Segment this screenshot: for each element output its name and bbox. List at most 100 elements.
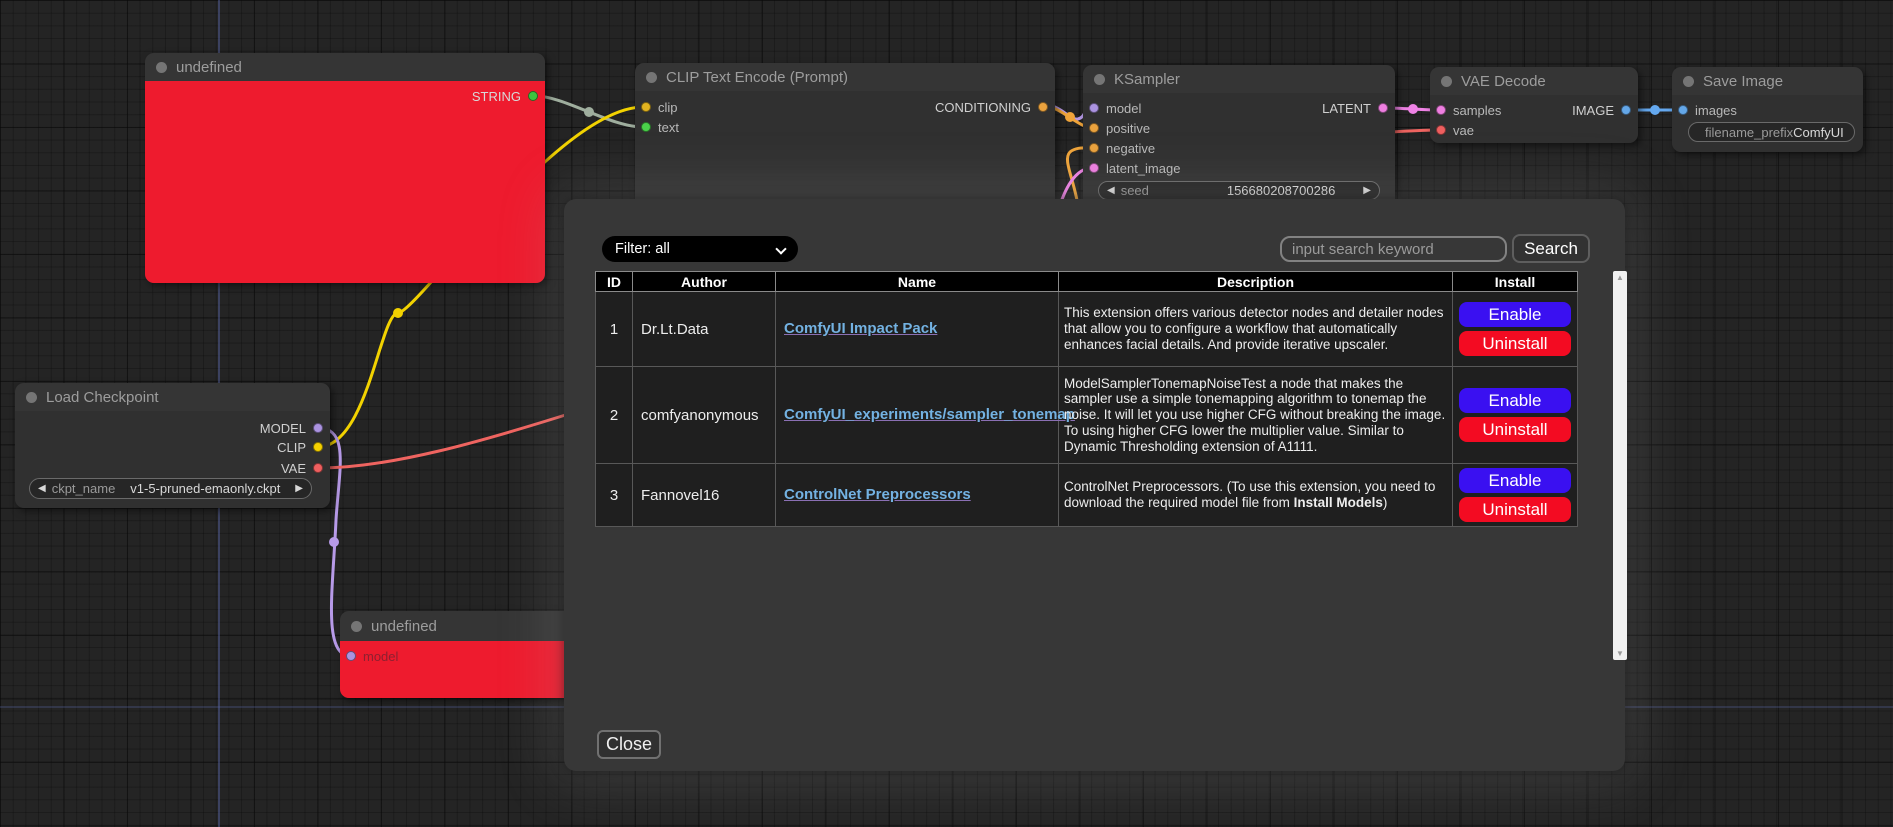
node-save-image[interactable]: Save Image images filename_prefix ComfyU… bbox=[1672, 67, 1863, 152]
enable-button[interactable]: Enable bbox=[1459, 468, 1571, 493]
port-dot-conditioning[interactable] bbox=[1038, 102, 1048, 112]
output-port-model[interactable]: MODEL bbox=[260, 420, 323, 436]
enable-button[interactable]: Enable bbox=[1459, 302, 1571, 327]
cell-description: ModelSamplerTonemapNoiseTest a node that… bbox=[1059, 367, 1453, 464]
port-dot-images[interactable] bbox=[1678, 105, 1688, 115]
input-port-samples[interactable]: samples bbox=[1436, 102, 1501, 118]
node-title: VAE Decode bbox=[1461, 73, 1546, 90]
port-dot-model[interactable] bbox=[1089, 103, 1099, 113]
input-port-latent-image[interactable]: latent_image bbox=[1089, 160, 1180, 176]
cell-id: 3 bbox=[596, 464, 633, 527]
extension-link[interactable]: ControlNet Preprocessors bbox=[784, 486, 971, 503]
header-author: Author bbox=[633, 272, 776, 292]
scroll-up-icon[interactable]: ▲ bbox=[1616, 273, 1624, 282]
port-dot-samples[interactable] bbox=[1436, 105, 1446, 115]
decrement-arrow-icon[interactable]: ◀ bbox=[1107, 185, 1115, 196]
table-row: 1 Dr.Lt.Data ComfyUI Impact Pack This ex… bbox=[596, 292, 1578, 367]
uninstall-button[interactable]: Uninstall bbox=[1459, 331, 1571, 356]
extension-table: ID Author Name Description Install 1 Dr.… bbox=[595, 271, 1578, 527]
seed-widget[interactable]: ◀ seed 156680208700286 ▶ bbox=[1098, 181, 1380, 200]
link-dot-image bbox=[1650, 105, 1660, 115]
cell-author: Fannovel16 bbox=[633, 464, 776, 527]
link-vae-left bbox=[318, 412, 575, 468]
node-status-dot-icon bbox=[26, 392, 37, 403]
port-dot-negative[interactable] bbox=[1089, 143, 1099, 153]
extension-link[interactable]: ComfyUI Impact Pack bbox=[784, 320, 937, 337]
port-dot-text[interactable] bbox=[641, 122, 651, 132]
port-dot-latent-image[interactable] bbox=[1089, 163, 1099, 173]
link-dot-conditioning bbox=[1065, 112, 1075, 122]
scroll-down-icon[interactable]: ▼ bbox=[1616, 649, 1624, 658]
input-port-negative[interactable]: negative bbox=[1089, 140, 1155, 156]
link-dot-string bbox=[584, 107, 594, 117]
extension-link[interactable]: ComfyUI_experiments/sampler_tonemap bbox=[784, 406, 1075, 423]
cell-id: 2 bbox=[596, 367, 633, 464]
port-dot-string[interactable] bbox=[528, 91, 538, 101]
node-title-bar[interactable]: KSampler bbox=[1083, 65, 1395, 93]
close-button[interactable]: Close bbox=[597, 730, 661, 759]
increment-arrow-icon[interactable]: ▶ bbox=[295, 483, 303, 494]
link-dot-model bbox=[329, 537, 339, 547]
node-vae-decode[interactable]: VAE Decode samples vae IMAGE bbox=[1430, 67, 1638, 143]
extension-table-zone: ID Author Name Description Install 1 Dr.… bbox=[595, 271, 1596, 660]
table-row: 3 Fannovel16 ControlNet Preprocessors Co… bbox=[596, 464, 1578, 527]
output-port-latent[interactable]: LATENT bbox=[1322, 100, 1388, 116]
input-port-model[interactable]: model bbox=[1089, 100, 1141, 116]
output-port-vae[interactable]: VAE bbox=[281, 460, 323, 476]
input-port-text[interactable]: text bbox=[641, 119, 679, 135]
port-dot-clip[interactable] bbox=[641, 102, 651, 112]
enable-button[interactable]: Enable bbox=[1459, 388, 1571, 413]
input-port-vae[interactable]: vae bbox=[1436, 122, 1474, 138]
node-title-bar[interactable]: CLIP Text Encode (Prompt) bbox=[635, 63, 1055, 91]
port-dot-positive[interactable] bbox=[1089, 123, 1099, 133]
cell-id: 1 bbox=[596, 292, 633, 367]
cell-install: Enable Uninstall bbox=[1453, 367, 1578, 464]
node-title: Save Image bbox=[1703, 73, 1783, 90]
port-dot-clip-out[interactable] bbox=[313, 442, 323, 452]
node-title-bar[interactable]: Save Image bbox=[1672, 67, 1863, 95]
header-install: Install bbox=[1453, 272, 1578, 292]
input-port-images[interactable]: images bbox=[1678, 102, 1737, 118]
port-dot-vae-out[interactable] bbox=[313, 463, 323, 473]
input-port-positive[interactable]: positive bbox=[1089, 120, 1150, 136]
output-port-conditioning[interactable]: CONDITIONING bbox=[935, 99, 1048, 115]
node-status-dot-icon bbox=[156, 62, 167, 73]
decrement-arrow-icon[interactable]: ◀ bbox=[38, 483, 46, 494]
port-dot-vae[interactable] bbox=[1436, 125, 1446, 135]
cell-install: Enable Uninstall bbox=[1453, 292, 1578, 367]
increment-arrow-icon[interactable]: ▶ bbox=[1363, 185, 1371, 196]
cell-install: Enable Uninstall bbox=[1453, 464, 1578, 527]
node-title-bar[interactable]: Load Checkpoint bbox=[15, 383, 330, 411]
table-scrollbar[interactable]: ▲ ▼ bbox=[1613, 271, 1627, 660]
uninstall-button[interactable]: Uninstall bbox=[1459, 497, 1571, 522]
ckpt-name-widget[interactable]: ◀ ckpt_name v1-5-pruned-emaonly.ckpt ▶ bbox=[29, 478, 312, 499]
cell-description: ControlNet Preprocessors. (To use this e… bbox=[1059, 464, 1453, 527]
port-dot-model-out[interactable] bbox=[313, 423, 323, 433]
output-port-clip[interactable]: CLIP bbox=[277, 439, 323, 455]
filter-dropdown[interactable]: Filter: all bbox=[602, 236, 798, 262]
search-button[interactable]: Search bbox=[1512, 234, 1590, 263]
node-title-bar[interactable]: VAE Decode bbox=[1430, 67, 1638, 95]
link-dot-clip bbox=[393, 308, 403, 318]
node-undefined-string[interactable]: undefined STRING bbox=[145, 53, 545, 283]
node-title-bar[interactable]: undefined bbox=[145, 53, 545, 81]
node-load-checkpoint[interactable]: Load Checkpoint MODEL CLIP VAE ◀ ckpt_na… bbox=[15, 383, 330, 508]
output-port-image[interactable]: IMAGE bbox=[1572, 102, 1631, 118]
input-port-model[interactable]: model bbox=[346, 648, 398, 664]
filter-select[interactable]: Filter: all bbox=[602, 236, 798, 262]
search-input[interactable] bbox=[1280, 236, 1507, 262]
node-status-dot-icon bbox=[1094, 74, 1105, 85]
port-dot-latent[interactable] bbox=[1378, 103, 1388, 113]
node-ksampler[interactable]: KSampler model positive negative latent_… bbox=[1083, 65, 1395, 199]
link-dot-latent bbox=[1408, 104, 1418, 114]
output-port-string[interactable]: STRING bbox=[472, 88, 538, 104]
node-clip-text-encode[interactable]: CLIP Text Encode (Prompt) clip text COND… bbox=[635, 63, 1055, 199]
port-dot-model-in[interactable] bbox=[346, 651, 356, 661]
filename-prefix-widget[interactable]: filename_prefix ComfyUI bbox=[1688, 122, 1855, 142]
port-dot-image[interactable] bbox=[1621, 105, 1631, 115]
custom-nodes-manager-dialog: Filter: all Search ID Author Name Descri… bbox=[564, 199, 1625, 771]
node-title: CLIP Text Encode (Prompt) bbox=[666, 69, 848, 86]
uninstall-button[interactable]: Uninstall bbox=[1459, 417, 1571, 442]
link-string-to-text bbox=[535, 96, 643, 127]
input-port-clip[interactable]: clip bbox=[641, 99, 678, 115]
